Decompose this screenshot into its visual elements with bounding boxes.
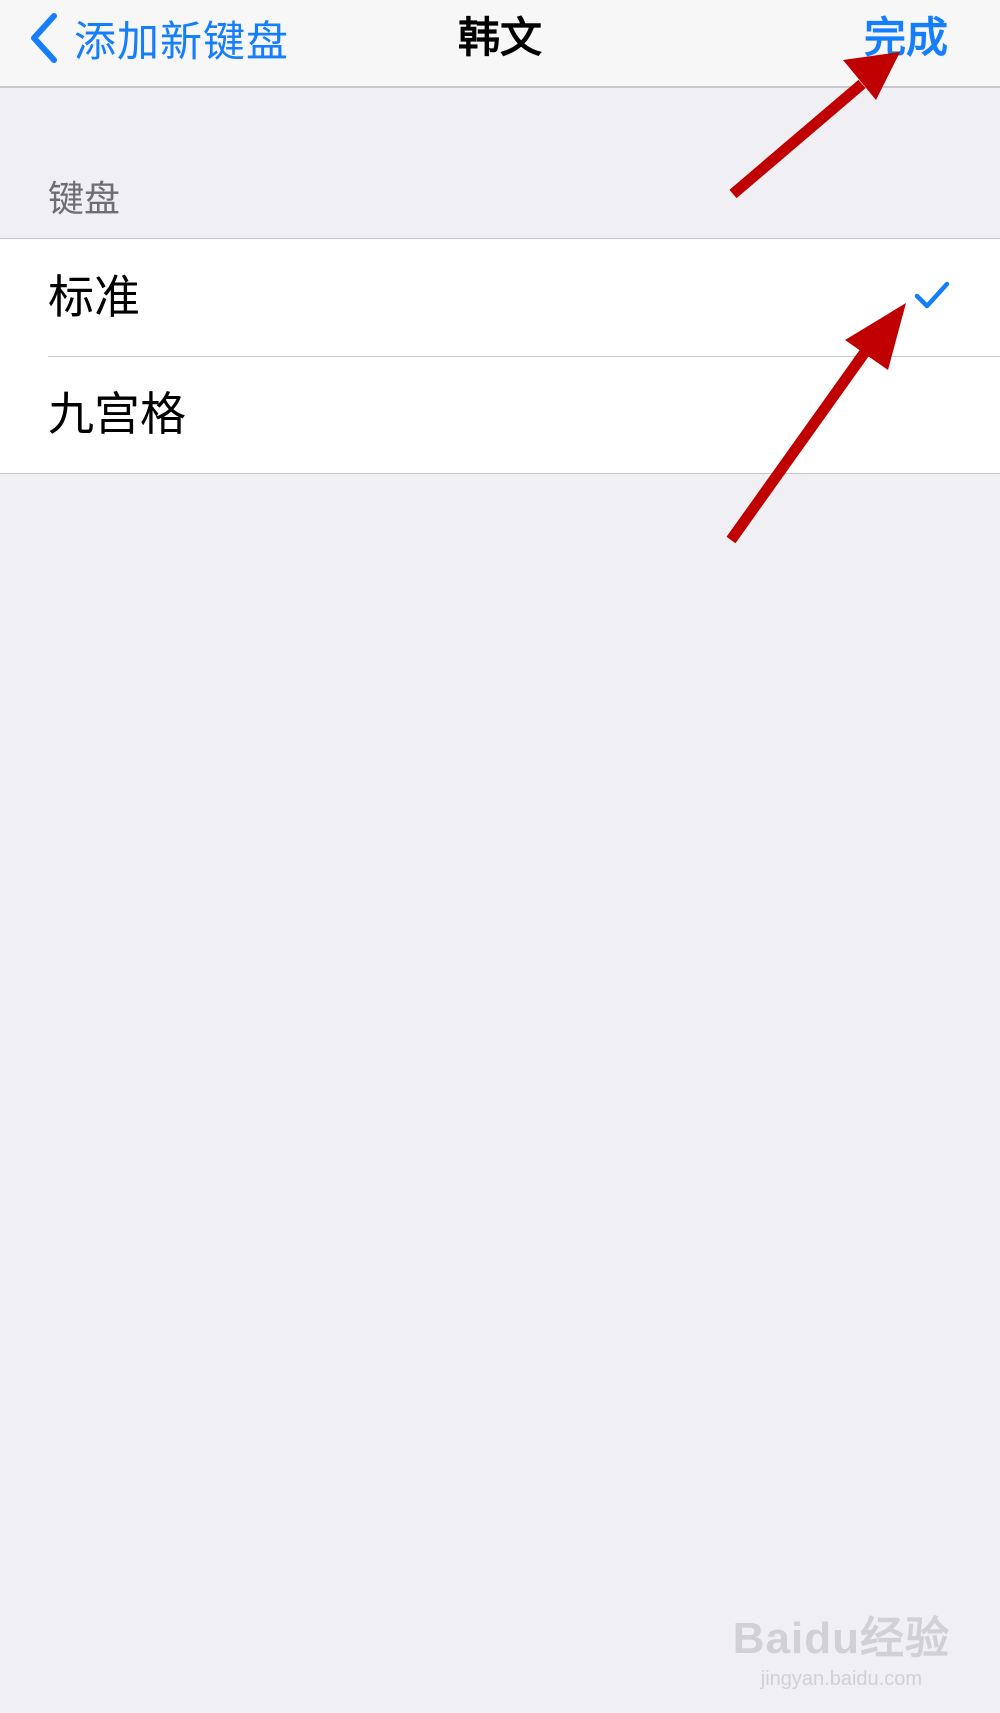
watermark-logo: Baidu经验 <box>732 1614 950 1663</box>
list-item-nine-grid[interactable]: 九宫格 <box>0 356 1000 473</box>
keyboard-options-list: 标准 九宫格 <box>0 238 1000 474</box>
back-button[interactable]: 添加新键盘 <box>26 0 289 76</box>
list-item-label: 九宫格 <box>48 387 186 441</box>
section-header-keyboard: 键盘 <box>48 179 121 220</box>
list-item-standard[interactable]: 标准 <box>0 239 1000 356</box>
chevron-left-icon <box>31 13 57 63</box>
checkmark-icon <box>914 281 950 309</box>
back-button-label: 添加新键盘 <box>74 16 290 66</box>
navigation-bar: 添加新键盘 韩文 完成 <box>0 0 1000 88</box>
list-item-label: 标准 <box>48 270 140 324</box>
done-button[interactable]: 完成 <box>864 0 948 76</box>
watermark-site: jingyan.baidu.com <box>760 1668 922 1690</box>
watermark: Baidu经验 jingyan.baidu.com <box>733 1602 950 1691</box>
